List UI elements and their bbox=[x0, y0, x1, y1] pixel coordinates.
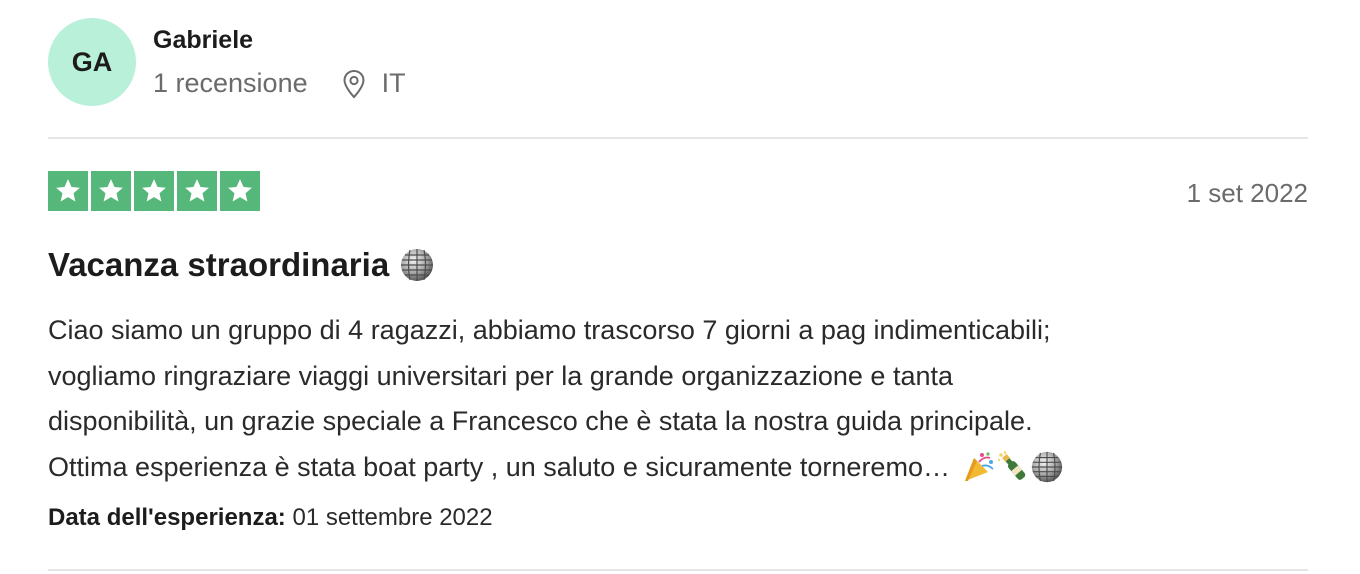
country-code: IT bbox=[381, 68, 406, 98]
star-icon bbox=[91, 171, 131, 211]
star-icon bbox=[134, 171, 174, 211]
review-body-line: Ciao siamo un gruppo di 4 ragazzi, abbia… bbox=[48, 315, 1051, 345]
reviewer-name[interactable]: Gabriele bbox=[153, 26, 253, 55]
reviewer-location: IT bbox=[342, 68, 406, 99]
avatar[interactable]: GA bbox=[48, 18, 136, 106]
divider bbox=[48, 569, 1308, 571]
review-body-line: disponibilità, un grazie speciale a Fran… bbox=[48, 406, 1033, 436]
review-body: Ciao siamo un gruppo di 4 ragazzi, abbia… bbox=[48, 308, 1308, 490]
map-pin-icon bbox=[343, 69, 365, 98]
review-card: GA Gabriele 1 recensione IT 1 set 2022 V… bbox=[48, 0, 1308, 574]
star-icon bbox=[220, 171, 260, 211]
review-title-text: Vacanza straordinaria bbox=[48, 246, 390, 283]
review-title[interactable]: Vacanza straordinaria bbox=[48, 246, 435, 284]
reviewer-meta: 1 recensione IT bbox=[153, 68, 406, 99]
review-date: 1 set 2022 bbox=[1186, 178, 1308, 208]
disco-ball-icon bbox=[401, 249, 434, 281]
star-icon bbox=[177, 171, 217, 211]
review-body-line-text: Ottima esperienza è stata boat party , u… bbox=[48, 451, 950, 482]
experience-date-label: Data dell'esperienza: bbox=[48, 504, 286, 531]
review-body-line: vogliamo ringraziare viaggi universitari… bbox=[48, 360, 954, 391]
champagne-bottle-icon bbox=[997, 451, 1026, 481]
reviewer-header: GA Gabriele 1 recensione IT bbox=[48, 18, 1308, 106]
star-rating bbox=[48, 171, 260, 211]
party-popper-icon bbox=[964, 452, 994, 482]
disco-ball-icon bbox=[1031, 452, 1063, 483]
review-count: 1 recensione bbox=[153, 68, 308, 98]
experience-date-value: 01 settembre 2022 bbox=[292, 504, 493, 531]
divider bbox=[48, 137, 1308, 139]
experience-date: Data dell'esperienza: 01 settembre 2022 bbox=[48, 504, 493, 532]
review-body-line-last: Ottima esperienza è stata boat party , u… bbox=[48, 445, 1308, 491]
star-icon bbox=[48, 171, 88, 211]
